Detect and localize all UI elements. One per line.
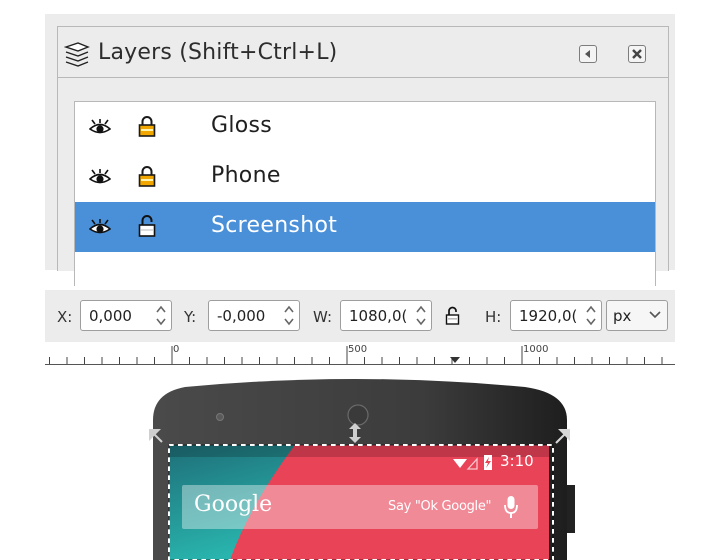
h-field[interactable]: 1920,0( — [510, 300, 602, 331]
y-label: Y: — [184, 308, 197, 326]
horizontal-ruler[interactable]: 0 500 1000 — [45, 342, 675, 365]
spinner-icon[interactable] — [282, 304, 296, 327]
x-field[interactable]: 0,000 — [80, 300, 172, 331]
y-value: -0,000 — [217, 307, 266, 325]
layer-row-gloss[interactable]: Gloss — [75, 102, 655, 152]
layers-panel: Layers (Shift+Ctrl+L) Gloss Phone Screen… — [45, 14, 675, 286]
camera-dot — [216, 413, 224, 421]
layers-list: Gloss Phone Screenshot — [74, 101, 656, 286]
spinner-icon[interactable] — [154, 304, 168, 327]
layer-row-screenshot[interactable]: Screenshot — [75, 202, 655, 252]
layer-name[interactable]: Screenshot — [211, 213, 337, 238]
google-logo: Google — [194, 492, 273, 517]
speaker-grille — [347, 404, 369, 426]
close-panel-button[interactable] — [628, 45, 646, 63]
drawing-canvas[interactable]: 3:10 Google Say "Ok Google" — [45, 365, 675, 560]
layers-dialog: Layers (Shift+Ctrl+L) Gloss Phone Screen… — [57, 26, 669, 286]
ruler-pointer-icon — [450, 357, 460, 363]
layers-icon — [64, 42, 90, 67]
y-field[interactable]: -0,000 — [208, 300, 300, 331]
phone-side-button — [567, 485, 575, 533]
eye-icon[interactable] — [89, 168, 111, 186]
h-label: H: — [485, 308, 502, 326]
h-value: 1920,0( — [519, 307, 578, 325]
ruler-label-1000: 1000 — [523, 344, 549, 355]
arrow-left-icon — [585, 50, 590, 58]
unit-select[interactable]: px — [606, 300, 668, 331]
spinner-icon[interactable] — [414, 304, 428, 327]
unit-value: px — [613, 307, 632, 325]
x-value: 0,000 — [89, 307, 132, 325]
w-value: 1080,0( — [349, 307, 408, 325]
layer-name[interactable]: Phone — [211, 163, 281, 188]
ruler-label-500: 500 — [348, 344, 368, 355]
eye-icon[interactable] — [89, 118, 111, 136]
layer-row-phone[interactable]: Phone — [75, 152, 655, 202]
close-icon — [632, 49, 642, 59]
lock-open-icon[interactable] — [138, 215, 156, 237]
layer-name[interactable]: Gloss — [211, 113, 272, 138]
google-search-widget[interactable]: Google Say "Ok Google" — [182, 485, 538, 529]
eye-icon[interactable] — [89, 218, 111, 236]
layers-panel-title: Layers (Shift+Ctrl+L) — [98, 40, 338, 65]
ruler-label-0: 0 — [173, 344, 180, 355]
microphone-icon[interactable] — [502, 494, 520, 520]
spinner-icon[interactable] — [584, 304, 598, 327]
chevron-down-icon — [649, 311, 661, 319]
lock-aspect-ratio-icon[interactable] — [445, 306, 460, 325]
w-label: W: — [313, 308, 333, 326]
status-time: 3:10 — [500, 452, 534, 470]
layers-panel-header: Layers (Shift+Ctrl+L) — [58, 27, 668, 78]
transform-toolbar: X: 0,000 Y: -0,000 W: 1080,0( H: 1920,0( — [45, 290, 675, 342]
lock-closed-icon[interactable] — [138, 115, 156, 137]
x-label: X: — [57, 308, 73, 326]
search-hint: Say "Ok Google" — [388, 499, 492, 514]
phone-artwork — [149, 379, 575, 560]
w-field[interactable]: 1080,0( — [340, 300, 432, 331]
lock-closed-icon[interactable] — [138, 165, 156, 187]
dock-panel-button[interactable] — [579, 45, 597, 63]
